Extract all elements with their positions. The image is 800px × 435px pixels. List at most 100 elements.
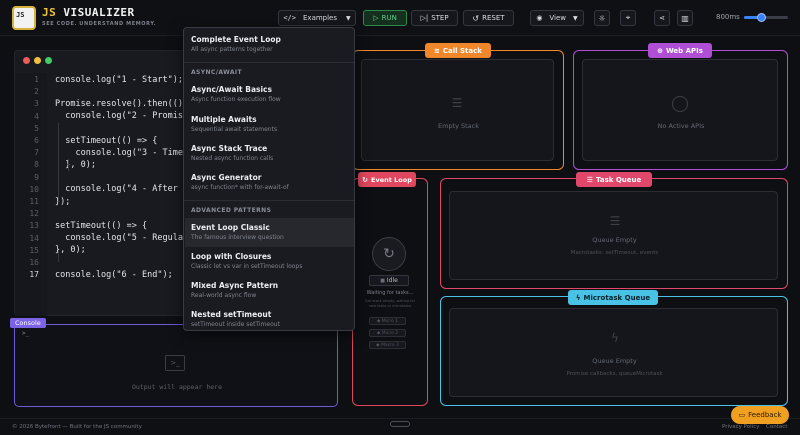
window-maximize-dot (45, 57, 52, 64)
example-item-title: Mixed Async Pattern (191, 281, 279, 290)
example-item-multiple-awaits[interactable]: Multiple Awaits Sequential await stateme… (185, 110, 354, 139)
line-number: 7 (34, 148, 39, 158)
code-line[interactable]: console.log("2 - Promise (55, 111, 188, 121)
event-loop-step: ◆ Micro 1 (369, 317, 406, 325)
call-stack-body: ☰ Empty Stack (361, 59, 554, 161)
line-number: 10 (29, 184, 39, 194)
drag-handle[interactable] (390, 421, 410, 427)
line-number: 3 (34, 99, 39, 109)
example-item-title: Loop with Closures (191, 252, 272, 261)
sun-icon: ☼ (598, 13, 606, 23)
docs-button[interactable]: ▥ (677, 10, 693, 26)
example-item-sub: Async function execution flow (191, 96, 281, 103)
step-icon: ◆ (376, 342, 380, 348)
privacy-link[interactable]: Privacy Policy (722, 424, 759, 430)
example-item-sub: Classic let vs var in setTimeout loops (191, 263, 303, 270)
logo-text: JS (16, 11, 25, 19)
line-number: 2 (34, 87, 39, 97)
example-item-sub: The famous interview question (191, 234, 284, 241)
event-loop-step-text: Macro 3 (380, 342, 399, 348)
layers-icon: ☰ (451, 96, 463, 110)
divider (184, 200, 354, 201)
indent-guide (58, 250, 59, 262)
app-root: JS JS VISUALIZER SEE CODE. UNDERSTAND ME… (0, 0, 800, 435)
event-loop-status: ■ Idle (369, 275, 409, 286)
code-line[interactable]: console.log("3 - Timeo (55, 148, 188, 158)
task-queue-label: ☰ Task Queue (576, 172, 652, 187)
refresh-icon: ↻ (372, 237, 406, 271)
example-item-loop-closures[interactable]: Loop with Closures Classic let vs var in… (185, 247, 354, 276)
line-number: 13 (29, 221, 39, 231)
reset-button[interactable]: ↺ RESET (463, 10, 514, 26)
microtask-queue-label: ϟ Microtask Queue (568, 290, 658, 305)
line-number: 16 (29, 258, 39, 267)
share-icon: ⋖ (659, 14, 665, 22)
code-line[interactable]: console.log("1 - Start"); (55, 75, 183, 85)
call-stack-panel: ☰ Empty Stack (352, 50, 564, 170)
example-item-title: Nested setTimeout (191, 310, 272, 319)
event-loop-status-text: Idle (386, 277, 398, 284)
line-number: 12 (29, 209, 39, 219)
line-number: 11 (29, 197, 39, 206)
example-item-async-basics[interactable]: Async/Await Basics Async function execut… (185, 80, 354, 109)
examples-button[interactable]: </> Examples ▼ (278, 10, 356, 26)
task-queue-panel: ☰ Queue Empty Macrotasks: setTimeout, ev… (440, 178, 788, 289)
example-item-sub: All async patterns together (191, 46, 273, 53)
console-panel[interactable]: >_ >_ Output will appear here (14, 324, 338, 407)
location-button[interactable]: ⌖ (620, 10, 636, 26)
step-button[interactable]: ▷| STEP (411, 10, 458, 26)
example-item-sub: Nested async function calls (191, 155, 274, 162)
step-icon: ◆ (376, 330, 381, 336)
example-item-title: Event Loop Classic (191, 223, 270, 232)
theme-toggle-button[interactable]: ☼ (594, 10, 610, 26)
feedback-button[interactable]: ▭ Feedback (731, 406, 789, 424)
event-loop-step: ◆ Macro 3 (369, 341, 406, 349)
run-button[interactable]: ▷ RUN (363, 10, 407, 26)
event-loop-step: ◆ Micro 2 (369, 329, 406, 337)
example-item-mixed-async[interactable]: Mixed Async Pattern Real-world async flo… (185, 276, 354, 305)
code-line[interactable]: console.log("6 - End"); (55, 270, 173, 280)
speed-slider-knob[interactable] (757, 13, 766, 22)
examples-dropdown[interactable]: Complete Event Loop All async patterns t… (183, 27, 355, 331)
view-button[interactable]: ◉ View ▼ (530, 10, 584, 26)
refresh-icon: ↻ (362, 175, 369, 184)
line-number: 17 (29, 270, 39, 280)
code-line[interactable]: }, 0); (55, 245, 86, 255)
web-apis-panel: No Active APIs (573, 50, 788, 170)
code-line[interactable]: setTimeout(() => { (55, 136, 157, 146)
lightning-icon: ϟ (575, 293, 581, 302)
step-label: STEP (431, 14, 449, 22)
example-item-async-stack-trace[interactable]: Async Stack Trace Nested async function … (185, 139, 354, 168)
indent-guide (58, 123, 59, 203)
run-label: RUN (381, 14, 397, 22)
code-line[interactable]: console.log("5 - Regular (55, 233, 188, 243)
line-number: 9 (34, 172, 39, 182)
chevron-down-icon: ▼ (573, 14, 578, 22)
play-icon: ▷ (373, 14, 379, 22)
chevron-down-icon: ▼ (346, 14, 351, 22)
microtask-queue-sub: Promise callbacks, queueMicrotask (566, 371, 663, 377)
task-queue-title: Task Queue (596, 175, 642, 184)
step-icon: ◆ (376, 318, 381, 324)
example-item-title: Async/Await Basics (191, 85, 272, 94)
line-number: 6 (34, 136, 39, 145)
examples-label: Examples (303, 14, 338, 22)
line-number: 1 (34, 75, 39, 84)
example-item-complete-event-loop[interactable]: Complete Event Loop All async patterns t… (185, 30, 354, 59)
clock-icon (672, 96, 688, 112)
example-item-title: Multiple Awaits (191, 115, 257, 124)
example-item-async-generator[interactable]: Async Generator async function* with for… (185, 168, 354, 197)
code-line[interactable]: }, 0); (55, 160, 96, 170)
microtask-queue-body: ϟ Queue Empty Promise callbacks, queueMi… (449, 308, 778, 397)
example-item-event-loop-classic[interactable]: Event Loop Classic The famous interview … (185, 218, 354, 247)
example-item-sub: Sequential await statements (191, 126, 278, 133)
code-line[interactable]: setTimeout(() => { (55, 221, 147, 231)
call-stack-label: ≋ Call Stack (425, 43, 491, 58)
example-item-nested-settimeout[interactable]: Nested setTimeout setTimeout inside setT… (185, 305, 354, 330)
speed-slider[interactable] (744, 13, 788, 22)
code-line[interactable]: console.log("4 - After t (55, 184, 188, 194)
contact-link[interactable]: Contact (766, 424, 787, 430)
window-minimize-dot (34, 57, 41, 64)
event-loop-waiting: Waiting for tasks... (366, 290, 414, 296)
share-button[interactable]: ⋖ (654, 10, 670, 26)
